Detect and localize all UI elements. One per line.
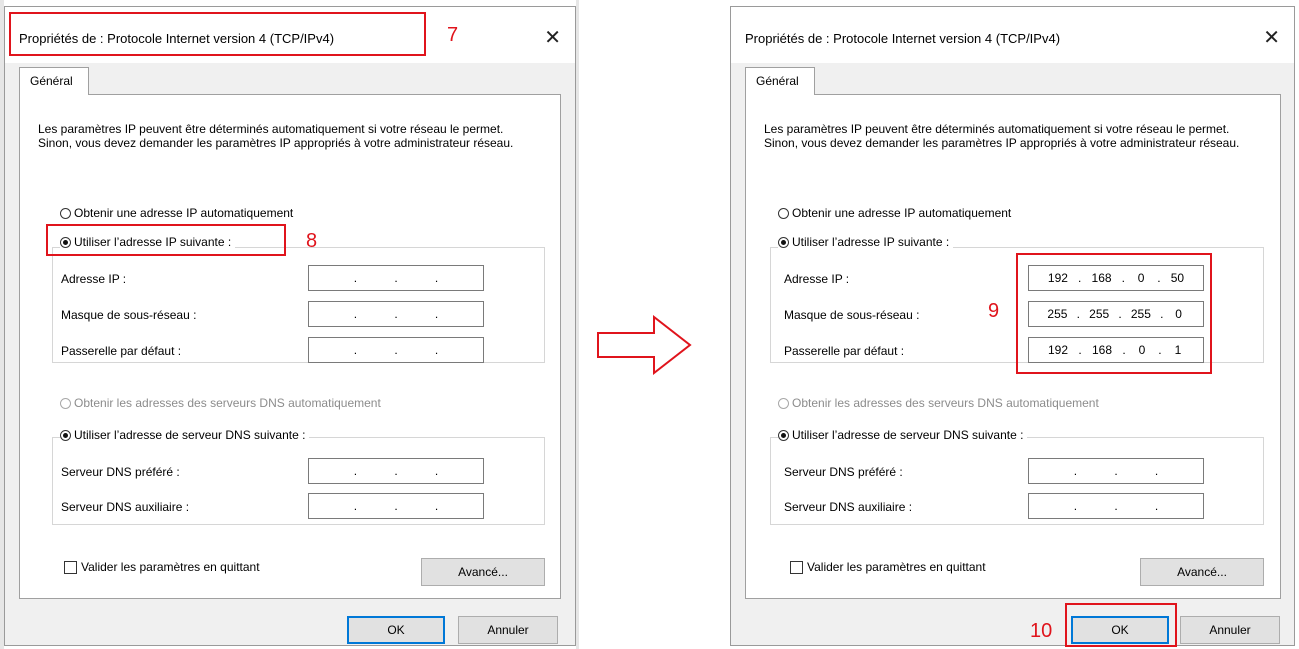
octet: 168 <box>1091 271 1112 285</box>
cancel-button[interactable]: Annuler <box>1180 616 1280 644</box>
gateway-label: Passerelle par défaut : <box>61 344 182 358</box>
annotation-number-8: 8 <box>306 230 318 252</box>
radio-dns-manual-label: Utiliser l’adresse de serveur DNS suivan… <box>792 428 1024 442</box>
cancel-button[interactable]: Annuler <box>458 616 558 644</box>
annotation-number-10: 10 <box>1030 620 1053 642</box>
subnet-mask-input[interactable]: . . . <box>308 301 484 327</box>
radio-ip-auto[interactable]: Obtenir une adresse IP automatiquement <box>60 206 293 220</box>
octet: 255 <box>1047 307 1068 321</box>
octet: 192 <box>1047 343 1069 357</box>
gateway-label: Passerelle par défaut : <box>784 344 905 358</box>
radio-ip-auto-label: Obtenir une adresse IP automatiquement <box>792 206 1012 220</box>
close-icon[interactable]: ✕ <box>1263 25 1280 50</box>
radio-dns-manual-label: Utiliser l’adresse de serveur DNS suivan… <box>74 428 306 442</box>
dns-preferred-label: Serveur DNS préféré : <box>784 465 903 479</box>
radio-circle <box>778 207 789 219</box>
description-text: Les paramètres IP peuvent être déterminé… <box>38 122 514 150</box>
radio-ip-manual-label: Utiliser l’adresse IP suivante : <box>74 235 232 249</box>
dns-preferred-label: Serveur DNS préféré : <box>61 465 180 479</box>
octet: 0 <box>1137 271 1145 285</box>
annotation-number-9: 9 <box>988 300 1000 322</box>
radio-circle <box>60 207 71 219</box>
tab-general[interactable]: Général <box>745 67 815 95</box>
radio-circle-selected <box>778 236 789 248</box>
radio-dns-manual[interactable]: Utiliser l’adresse de serveur DNS suivan… <box>778 428 1028 442</box>
ip-address-input[interactable]: 192. 168. 0. 50 <box>1028 265 1204 291</box>
dialog-title: Propriétés de : Protocole Internet versi… <box>19 31 335 46</box>
annotation-number-7: 7 <box>447 24 459 46</box>
ok-button[interactable]: OK <box>1071 616 1169 644</box>
tab-general[interactable]: Général <box>19 67 89 95</box>
gateway-input[interactable]: . . . <box>308 337 484 363</box>
radio-dns-manual[interactable]: Utiliser l’adresse de serveur DNS suivan… <box>60 428 310 442</box>
title-bar: Propriétés de : Protocole Internet versi… <box>731 7 1294 63</box>
dns-auxiliary-input[interactable]: . . . <box>308 493 484 519</box>
radio-dns-auto-label: Obtenir les adresses des serveurs DNS au… <box>74 396 381 410</box>
octet: 50 <box>1170 271 1185 285</box>
radio-ip-manual-label: Utiliser l’adresse IP suivante : <box>792 235 950 249</box>
radio-circle <box>60 397 71 409</box>
gateway-input[interactable]: 192. 168. 0. 1 <box>1028 337 1204 363</box>
ip-address-label: Adresse IP : <box>61 272 127 286</box>
dns-preferred-input[interactable]: . . . <box>1028 458 1204 484</box>
close-icon[interactable]: ✕ <box>544 25 561 50</box>
validate-checkbox-label: Valider les paramètres en quittant <box>807 560 986 574</box>
dns-auxiliary-input[interactable]: . . . <box>1028 493 1204 519</box>
dns-auxiliary-label: Serveur DNS auxiliaire : <box>784 500 913 514</box>
validate-checkbox[interactable]: Valider les paramètres en quittant <box>64 560 260 574</box>
dialog-title: Propriétés de : Protocole Internet versi… <box>745 31 1061 46</box>
radio-ip-manual[interactable]: Utiliser l’adresse IP suivante : <box>60 235 236 249</box>
ok-button[interactable]: OK <box>347 616 445 644</box>
advanced-button[interactable]: Avancé... <box>1140 558 1264 586</box>
radio-dns-auto-label: Obtenir les adresses des serveurs DNS au… <box>792 396 1099 410</box>
ip-address-input[interactable]: . . . <box>308 265 484 291</box>
octet: 1 <box>1174 343 1182 357</box>
radio-circle <box>778 397 789 409</box>
checkbox-box <box>64 560 77 574</box>
octet: 255 <box>1089 307 1110 321</box>
tcpip-dialog-before: Propriétés de : Protocole Internet versi… <box>4 6 576 646</box>
general-panel: Les paramètres IP peuvent être déterminé… <box>745 94 1281 599</box>
radio-circle-selected <box>60 429 71 441</box>
subnet-mask-label: Masque de sous-réseau : <box>784 308 920 322</box>
octet: 192 <box>1047 271 1068 285</box>
validate-checkbox[interactable]: Valider les paramètres en quittant <box>790 560 986 574</box>
radio-circle-selected <box>778 429 789 441</box>
background-window-edge-right <box>576 0 579 649</box>
dns-auxiliary-label: Serveur DNS auxiliaire : <box>61 500 190 514</box>
subnet-mask-label: Masque de sous-réseau : <box>61 308 197 322</box>
tcpip-dialog-after: Propriétés de : Protocole Internet versi… <box>730 6 1295 646</box>
octet: 255 <box>1130 307 1151 321</box>
validate-checkbox-label: Valider les paramètres en quittant <box>81 560 260 574</box>
octet: 0 <box>1138 343 1146 357</box>
radio-ip-manual[interactable]: Utiliser l’adresse IP suivante : <box>778 235 954 249</box>
radio-dns-auto[interactable]: Obtenir les adresses des serveurs DNS au… <box>60 396 381 410</box>
checkbox-box <box>790 560 803 574</box>
description-text: Les paramètres IP peuvent être déterminé… <box>764 122 1240 150</box>
dns-preferred-input[interactable]: . . . <box>308 458 484 484</box>
octet: 0 <box>1175 307 1182 321</box>
radio-circle-selected <box>60 236 71 248</box>
general-panel: Les paramètres IP peuvent être déterminé… <box>19 94 561 599</box>
radio-ip-auto-label: Obtenir une adresse IP automatiquement <box>74 206 294 220</box>
octet: 168 <box>1091 343 1113 357</box>
radio-dns-auto[interactable]: Obtenir les adresses des serveurs DNS au… <box>778 396 1099 410</box>
radio-ip-auto[interactable]: Obtenir une adresse IP automatiquement <box>778 206 1011 220</box>
title-bar: Propriétés de : Protocole Internet versi… <box>5 7 575 63</box>
advanced-button[interactable]: Avancé... <box>421 558 545 586</box>
subnet-mask-input[interactable]: 255. 255. 255. 0 <box>1028 301 1204 327</box>
ip-address-label: Adresse IP : <box>784 272 850 286</box>
right-arrow-icon <box>597 315 692 375</box>
